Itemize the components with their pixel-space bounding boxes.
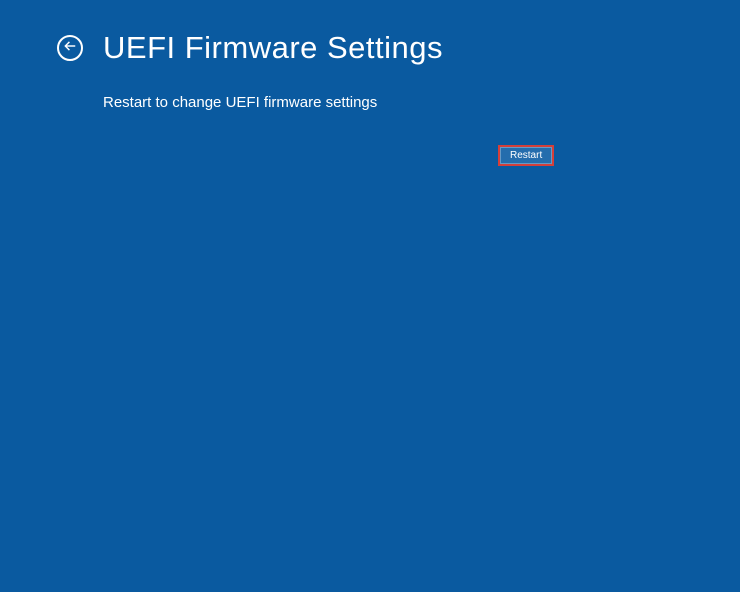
description-text: Restart to change UEFI firmware settings — [0, 66, 740, 111]
header: UEFI Firmware Settings — [0, 0, 740, 66]
restart-button[interactable]: Restart — [498, 145, 554, 166]
page-title: UEFI Firmware Settings — [103, 30, 443, 66]
back-arrow-icon — [63, 39, 77, 58]
action-area: Restart — [0, 111, 740, 166]
back-button[interactable] — [57, 35, 83, 61]
